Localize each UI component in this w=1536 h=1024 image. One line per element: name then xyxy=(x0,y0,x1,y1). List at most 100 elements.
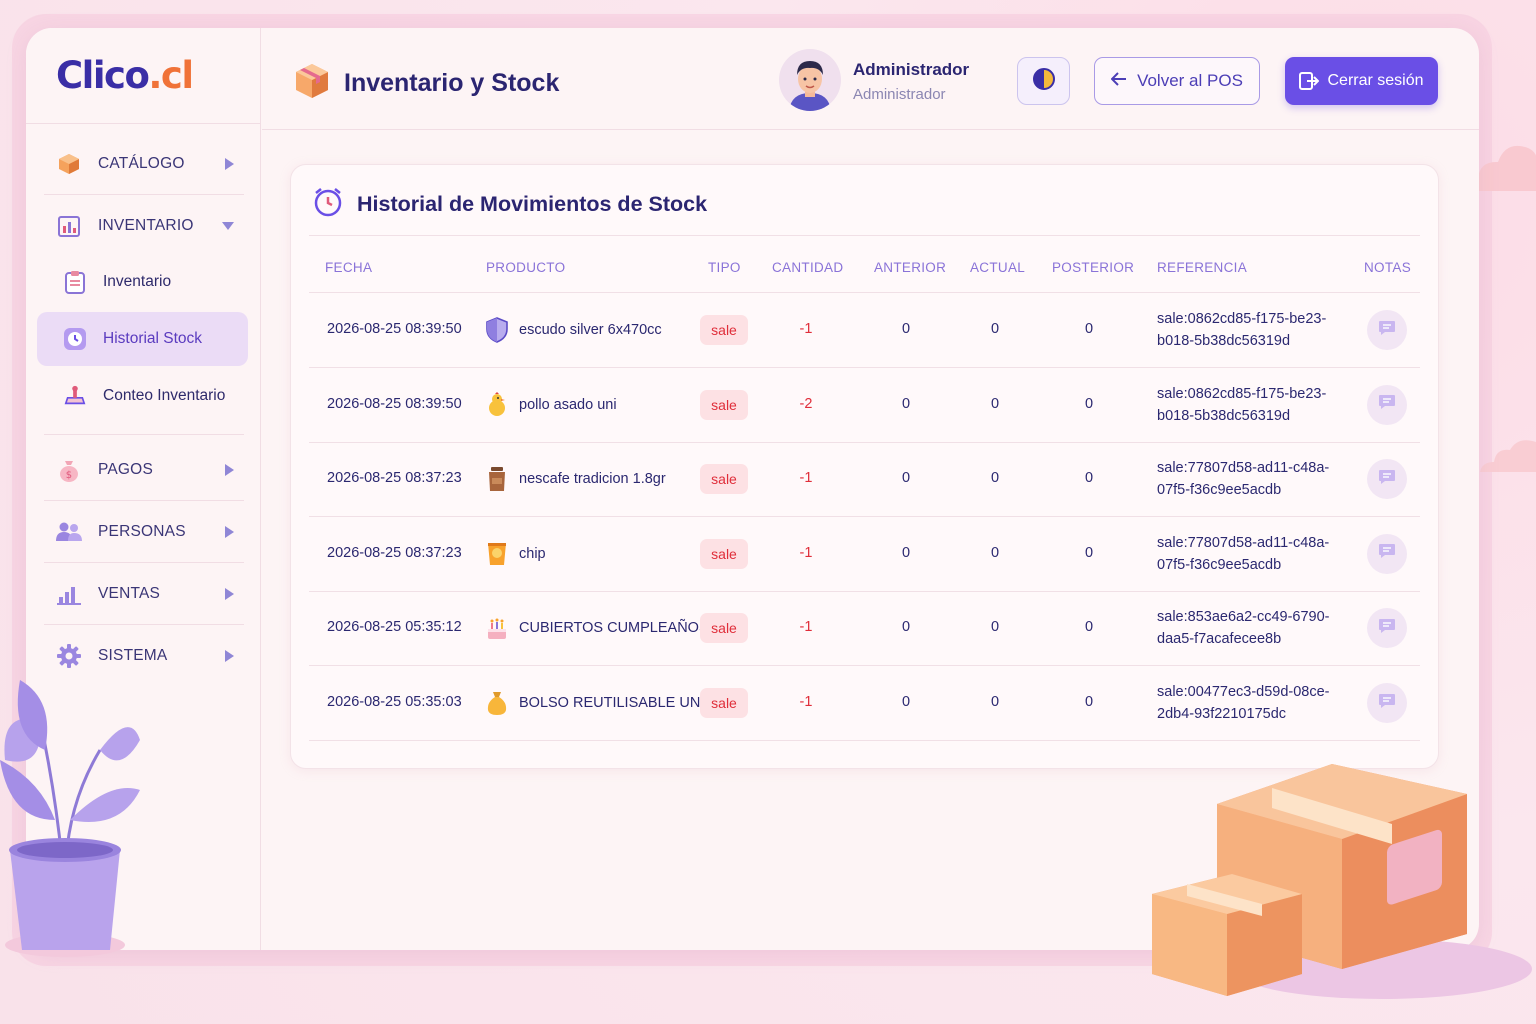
notes-button[interactable] xyxy=(1367,459,1407,500)
nav-label: CATÁLOGO xyxy=(98,155,185,172)
cell-referencia: sale:853ae6a2-cc49-6790- daa5-f7acafecee8… xyxy=(1157,609,1330,648)
logout-button[interactable]: Cerrar sesión xyxy=(1285,57,1438,105)
logo[interactable]: Clico.cl xyxy=(56,54,194,97)
stamp-icon xyxy=(63,384,87,408)
notes-button[interactable] xyxy=(1367,533,1407,574)
svg-text:$: $ xyxy=(66,470,73,481)
nav-label: PAGOS xyxy=(98,461,153,478)
sub-label: Historial Stock xyxy=(103,330,203,347)
cell-referencia: sale:77807d58-ad11-c48a- 07f5-f36c9ee5acd… xyxy=(1157,460,1330,499)
tipo-badge: sale xyxy=(700,538,748,569)
back-label: Volver al POS xyxy=(1137,71,1243,90)
col-cantidad[interactable]: CANTIDAD xyxy=(772,260,843,275)
half-moon-icon xyxy=(1032,67,1056,96)
avatar[interactable] xyxy=(779,49,841,111)
cell-fecha: 2026-08-25 08:37:23 xyxy=(327,544,462,561)
user-role: Administrador xyxy=(853,86,946,103)
nav-label: VENTAS xyxy=(98,585,161,602)
nav-catalogo[interactable]: CATÁLOGO xyxy=(44,141,246,187)
cell-producto: chip xyxy=(485,541,546,567)
cell-actual: 0 xyxy=(990,321,1000,337)
sub-label: Inventario xyxy=(103,273,172,290)
cell-actual: 0 xyxy=(990,470,1000,487)
cell-actual: 0 xyxy=(990,619,1000,636)
cell-fecha: 2026-08-25 08:39:50 xyxy=(327,395,462,412)
logout-icon xyxy=(1299,72,1320,90)
cell-posterior: 0 xyxy=(1084,544,1094,561)
table-row[interactable]: 2026-08-25 08:39:50 escudo silver 6x470cc… xyxy=(309,293,1420,368)
col-tipo[interactable]: TIPO xyxy=(708,260,741,275)
table-row[interactable]: 2026-08-25 08:39:50 pollo asado uni sale -2… xyxy=(309,368,1420,443)
cell-referencia: sale:0862cd85-f175-be23- b018-5b38dc56319… xyxy=(1157,311,1327,349)
cell-cantidad: -1 xyxy=(799,321,813,337)
notes-button[interactable] xyxy=(1367,683,1407,723)
col-referencia[interactable]: REFERENCIA xyxy=(1157,260,1247,275)
cell-anterior: 0 xyxy=(901,395,911,412)
page-title-text: Inventario y Stock xyxy=(344,69,560,97)
chat-bubble-icon xyxy=(1378,394,1396,415)
cell-posterior: 0 xyxy=(1084,619,1094,636)
logout-label: Cerrar sesión xyxy=(1327,72,1424,89)
tipo-badge: sale xyxy=(700,315,748,345)
cell-anterior: 0 xyxy=(901,544,911,561)
page-title: Inventario y Stock xyxy=(292,61,559,106)
nav-pagos[interactable]: $ PAGOS xyxy=(44,447,246,493)
cake-icon xyxy=(485,615,509,641)
col-producto[interactable]: PRODUCTO xyxy=(486,260,565,275)
cell-cantidad: -1 xyxy=(799,544,813,561)
nav-sistema[interactable]: SISTEMA xyxy=(44,633,246,679)
cell-referencia: sale:00477ec3-d59d-08ce- 2db4-93f2210175d… xyxy=(1157,684,1330,722)
tipo-badge: sale xyxy=(700,464,748,495)
caret-right-icon xyxy=(225,526,234,538)
cell-posterior: 0 xyxy=(1084,395,1094,412)
shield-icon xyxy=(485,317,509,343)
nav-label: PERSONAS xyxy=(98,523,186,540)
nav-label: INVENTARIO xyxy=(98,217,194,234)
col-posterior[interactable]: POSTERIOR xyxy=(1052,260,1134,275)
table-row[interactable]: 2026-08-25 05:35:12 CUBIERTOS CUMPLEAÑOS s… xyxy=(309,591,1420,667)
package-icon xyxy=(292,61,332,106)
col-anterior[interactable]: ANTERIOR xyxy=(874,260,946,275)
cell-producto: nescafe tradicion 1.8gr xyxy=(485,466,666,492)
chat-bubble-icon xyxy=(1378,543,1396,564)
sub-conteo-inventario[interactable]: Conteo Inventario xyxy=(37,369,248,423)
tipo-badge: sale xyxy=(700,688,748,718)
nav-inventario[interactable]: INVENTARIO xyxy=(44,203,246,249)
caret-right-icon xyxy=(225,464,234,476)
boxes-illustration xyxy=(1152,764,1532,999)
money-bag-icon: $ xyxy=(56,457,82,483)
bag-icon xyxy=(485,690,509,716)
gear-icon xyxy=(56,643,82,669)
cell-fecha: 2026-08-25 05:35:12 xyxy=(327,619,462,636)
card-title-text: Historial de Movimientos de Stock xyxy=(357,192,708,216)
cell-posterior: 0 xyxy=(1084,470,1094,487)
table-row[interactable]: 2026-08-25 08:37:23 nescafe tradicion 1.8… xyxy=(309,442,1420,518)
notes-button[interactable] xyxy=(1367,608,1407,649)
cell-anterior: 0 xyxy=(901,470,911,487)
card-title: Historial de Movimientos de Stock xyxy=(313,187,707,222)
col-notas[interactable]: NOTAS xyxy=(1364,260,1411,275)
tipo-badge: sale xyxy=(700,613,748,644)
sales-chart-icon xyxy=(56,581,82,607)
sub-historial-stock[interactable]: Historial Stock xyxy=(37,312,248,366)
cell-fecha: 2026-08-25 08:37:23 xyxy=(327,470,462,487)
col-fecha[interactable]: FECHA xyxy=(325,260,372,275)
back-to-pos-button[interactable]: Volver al POS xyxy=(1094,57,1260,105)
nav-ventas[interactable]: VENTAS xyxy=(44,571,246,617)
chat-bubble-icon xyxy=(1378,618,1396,639)
coffee-jar-icon xyxy=(485,466,509,492)
nav-personas[interactable]: PERSONAS xyxy=(44,509,246,555)
tipo-badge: sale xyxy=(700,389,748,420)
table-row[interactable]: 2026-08-25 08:37:23 chip sale -1 0 0 0 sale:778… xyxy=(309,517,1420,592)
caret-right-icon xyxy=(225,650,234,662)
table-row[interactable]: 2026-08-25 05:35:03 BOLSO REUTILISABLE UN… xyxy=(309,666,1420,741)
notes-button[interactable] xyxy=(1367,310,1407,350)
sub-label: Conteo Inventario xyxy=(103,387,226,404)
cell-producto: BOLSO REUTILISABLE UNI. xyxy=(485,690,708,716)
cell-posterior: 0 xyxy=(1084,321,1094,337)
sub-inventario[interactable]: Inventario xyxy=(37,255,248,309)
notes-button[interactable] xyxy=(1367,384,1407,425)
theme-toggle-button[interactable] xyxy=(1017,57,1070,105)
col-actual[interactable]: ACTUAL xyxy=(970,260,1025,275)
top-header: Inventario y Stock Administrador Adminis… xyxy=(262,28,1479,130)
